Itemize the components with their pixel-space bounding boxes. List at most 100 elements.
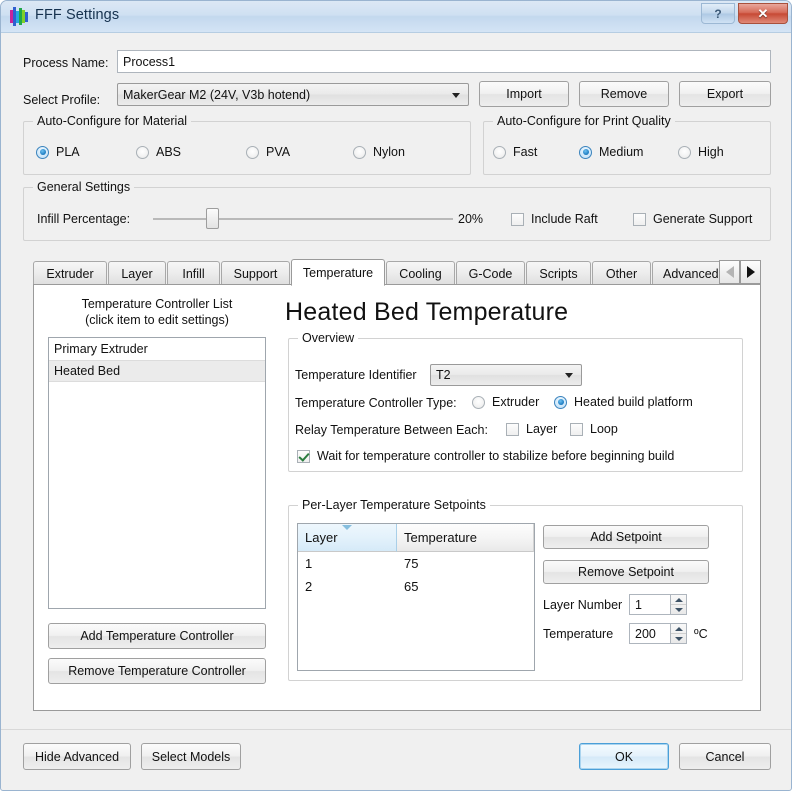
infill-slider-thumb[interactable] — [206, 208, 219, 229]
infill-percentage-label: Infill Percentage: — [37, 212, 130, 226]
checkbox-include-raft[interactable]: Include Raft — [511, 212, 598, 226]
tab-scroll-right-button[interactable] — [740, 260, 761, 284]
checkbox-box-icon — [570, 423, 583, 436]
radio-label: Heated build platform — [574, 395, 693, 409]
relay-temperature-label: Relay Temperature Between Each: — [295, 423, 488, 437]
sort-ascending-icon — [342, 525, 352, 530]
tab-infill[interactable]: Infill — [167, 261, 220, 285]
radio-label: PLA — [56, 145, 80, 159]
layer-number-stepper[interactable]: 1 — [629, 594, 687, 615]
radio-material-pva[interactable]: PVA — [246, 145, 290, 159]
checkbox-label: Loop — [590, 422, 618, 436]
temperature-stepper[interactable]: 200 — [629, 623, 687, 644]
temperature-controller-list[interactable]: Primary Extruder Heated Bed — [48, 337, 266, 609]
checkbox-label: Layer — [526, 422, 557, 436]
triangle-down-icon — [675, 637, 683, 641]
controller-list-heading: Temperature Controller List (click item … — [47, 296, 267, 328]
radio-quality-fast[interactable]: Fast — [493, 145, 537, 159]
spin-up-button[interactable] — [671, 624, 686, 633]
triangle-up-icon — [675, 598, 683, 602]
cell-temperature: 75 — [397, 552, 534, 575]
remove-setpoint-button[interactable]: Remove Setpoint — [543, 560, 709, 584]
import-button[interactable]: Import — [479, 81, 569, 107]
checkbox-wait-for-stabilize[interactable]: Wait for temperature controller to stabi… — [297, 449, 674, 463]
cell-temperature: 65 — [397, 575, 534, 598]
tab-cooling[interactable]: Cooling — [386, 261, 455, 285]
temperature-identifier-combo[interactable]: T2 — [430, 364, 582, 386]
radio-label: ABS — [156, 145, 181, 159]
tab-support[interactable]: Support — [221, 261, 290, 285]
column-header-temperature[interactable]: Temperature — [397, 524, 534, 552]
fff-settings-window: FFF Settings ? ✕ Process Name: Process1 … — [0, 0, 792, 791]
temperature-identifier-value: T2 — [436, 368, 451, 382]
quality-group-title: Auto-Configure for Print Quality — [493, 114, 675, 128]
checkbox-generate-support[interactable]: Generate Support — [633, 212, 752, 226]
radio-material-abs[interactable]: ABS — [136, 145, 181, 159]
page-title: Heated Bed Temperature — [285, 298, 568, 327]
radio-material-pla[interactable]: PLA — [36, 145, 80, 159]
radio-dot-icon — [678, 146, 691, 159]
remove-profile-button[interactable]: Remove — [579, 81, 669, 107]
help-button[interactable]: ? — [701, 3, 735, 24]
checkbox-relay-loop[interactable]: Loop — [570, 422, 618, 436]
remove-temperature-controller-button[interactable]: Remove Temperature Controller — [48, 658, 266, 684]
temperature-input[interactable]: 200 — [629, 623, 670, 644]
triangle-left-icon — [726, 266, 734, 278]
cancel-button[interactable]: Cancel — [679, 743, 771, 770]
spin-down-button[interactable] — [671, 633, 686, 643]
checkbox-label: Wait for temperature controller to stabi… — [317, 449, 674, 463]
radio-label: Medium — [599, 145, 643, 159]
add-setpoint-button[interactable]: Add Setpoint — [543, 525, 709, 549]
radio-quality-high[interactable]: High — [678, 145, 724, 159]
column-header-layer[interactable]: Layer — [298, 524, 397, 552]
tab-other[interactable]: Other — [592, 261, 651, 285]
process-name-label: Process Name: — [23, 56, 108, 70]
overview-group-title: Overview — [298, 331, 358, 345]
triangle-up-icon — [675, 627, 683, 631]
tab-layer[interactable]: Layer — [108, 261, 166, 285]
temperature-spin-buttons[interactable] — [670, 623, 687, 644]
radio-material-nylon[interactable]: Nylon — [353, 145, 405, 159]
setpoints-table[interactable]: Layer Temperature 1 75 2 65 — [297, 523, 535, 671]
spin-down-button[interactable] — [671, 604, 686, 614]
controller-type-label: Temperature Controller Type: — [295, 396, 457, 410]
general-settings-title: General Settings — [33, 180, 134, 194]
checkbox-box-icon — [511, 213, 524, 226]
checkbox-box-icon — [297, 450, 310, 463]
layer-number-spin-buttons[interactable] — [670, 594, 687, 615]
table-row[interactable]: 1 75 — [298, 552, 534, 575]
tab-scripts[interactable]: Scripts — [526, 261, 591, 285]
checkbox-relay-layer[interactable]: Layer — [506, 422, 557, 436]
export-button[interactable]: Export — [679, 81, 771, 107]
checkbox-label: Generate Support — [653, 212, 752, 226]
select-profile-combo[interactable]: MakerGear M2 (24V, V3b hotend) — [117, 83, 469, 106]
layer-number-input[interactable]: 1 — [629, 594, 670, 615]
ok-button[interactable]: OK — [579, 743, 669, 770]
radio-type-extruder[interactable]: Extruder — [472, 395, 539, 409]
select-models-button[interactable]: Select Models — [141, 743, 241, 770]
radio-quality-medium[interactable]: Medium — [579, 145, 643, 159]
select-profile-value: MakerGear M2 (24V, V3b hotend) — [123, 88, 310, 102]
infill-slider-track[interactable] — [153, 218, 453, 220]
spin-up-button[interactable] — [671, 595, 686, 604]
process-name-input[interactable]: Process1 — [117, 50, 771, 73]
cell-layer: 1 — [298, 552, 397, 575]
temperature-setpoint-label: Temperature — [543, 627, 613, 641]
radio-dot-icon — [36, 146, 49, 159]
temperature-identifier-label: Temperature Identifier — [295, 368, 417, 382]
list-item[interactable]: Heated Bed — [49, 360, 265, 382]
close-button[interactable]: ✕ — [738, 3, 788, 24]
table-row[interactable]: 2 65 — [298, 575, 534, 598]
triangle-down-icon — [675, 608, 683, 612]
radio-type-heated-build-platform[interactable]: Heated build platform — [554, 395, 693, 409]
hide-advanced-button[interactable]: Hide Advanced — [23, 743, 131, 770]
radio-label: High — [698, 145, 724, 159]
tab-extruder[interactable]: Extruder — [33, 261, 107, 285]
radio-label: Nylon — [373, 145, 405, 159]
tab-scroll-left-button[interactable] — [719, 260, 740, 284]
radio-label: PVA — [266, 145, 290, 159]
tab-temperature[interactable]: Temperature — [291, 259, 385, 286]
add-temperature-controller-button[interactable]: Add Temperature Controller — [48, 623, 266, 649]
list-item[interactable]: Primary Extruder — [49, 338, 265, 360]
tab-gcode[interactable]: G-Code — [456, 261, 525, 285]
